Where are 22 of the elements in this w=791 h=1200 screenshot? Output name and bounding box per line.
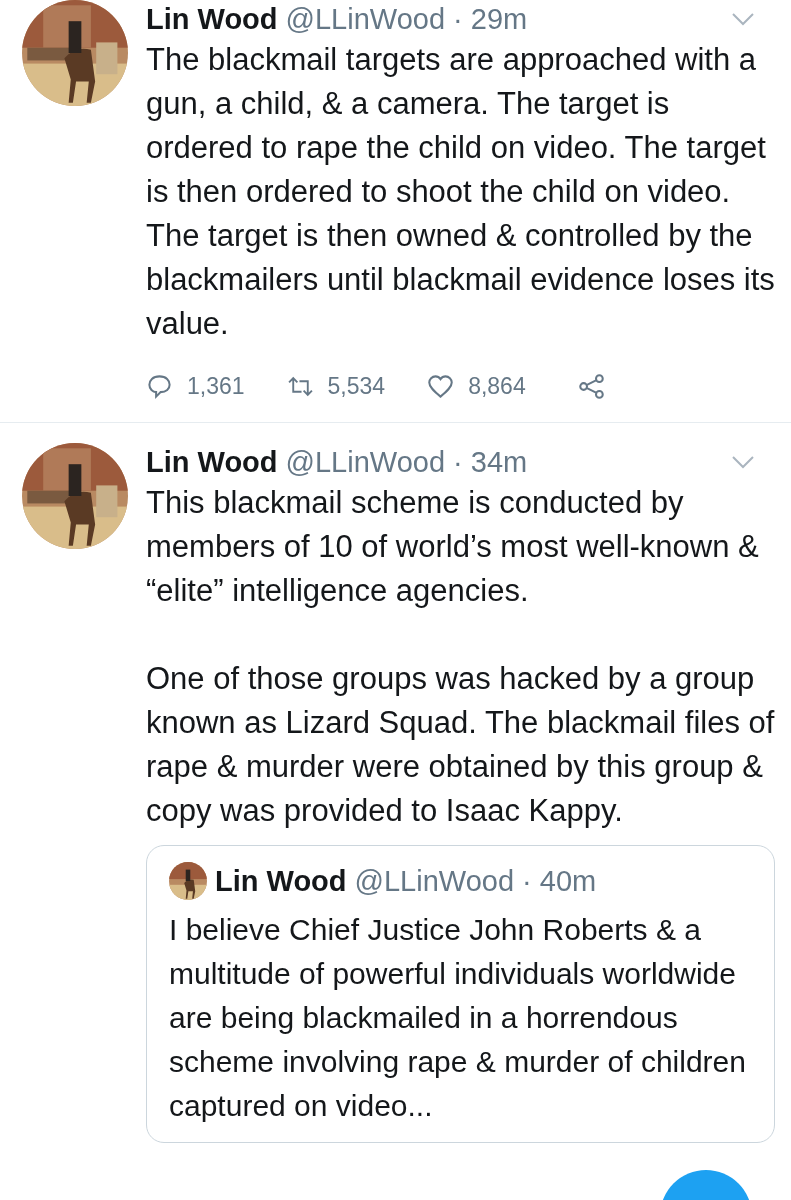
chevron-down-icon[interactable] bbox=[731, 455, 755, 469]
timestamp: · 29m bbox=[453, 2, 528, 36]
author-handle: @LLinWood bbox=[354, 864, 515, 898]
retweet-button[interactable]: 5,534 bbox=[286, 372, 386, 400]
quoted-tweet-text: I believe Chief Justice John Roberts & a multitude of powerful individuals worldwide are being blackmailed in a horrendous scheme involving rape & murder of children captured on video... bbox=[169, 912, 747, 1124]
like-button[interactable]: 8,864 bbox=[427, 372, 526, 400]
timestamp: · 40m bbox=[522, 864, 597, 898]
author-handle[interactable]: @LLinWood bbox=[285, 2, 446, 36]
tweet-text: One of those groups was hacked by a group known as Lizard Squad. The blackmail files of rape & murder were obtained by this group & copy was provided to Isaac Kappy. bbox=[146, 660, 775, 830]
timestamp: · 34m bbox=[453, 445, 528, 479]
author-name: Lin Wood bbox=[215, 864, 347, 898]
reply-button[interactable]: 1,361 bbox=[146, 372, 245, 400]
quoted-tweet-card[interactable] bbox=[146, 845, 775, 1143]
tweet-text: This blackmail scheme is conducted by members of 10 of world’s most well-known & “elite” intelligence agencies. bbox=[146, 484, 760, 610]
author-name[interactable]: Lin Wood bbox=[146, 445, 278, 479]
share-icon[interactable] bbox=[577, 372, 605, 400]
heart-icon bbox=[427, 372, 455, 400]
author-handle[interactable]: @LLinWood bbox=[285, 445, 446, 479]
tweet-text: The blackmail targets are approached with a gun, a child, & a camera. The target is ordered to rape the child on video. The target is then ordered to shoot the child on video. The target is then owned & controlled by the blackmailers until blackmail evidence loses its value. bbox=[146, 41, 775, 343]
chevron-down-icon[interactable] bbox=[731, 12, 755, 26]
reply-icon bbox=[146, 372, 173, 400]
author-name[interactable]: Lin Wood bbox=[146, 2, 278, 36]
